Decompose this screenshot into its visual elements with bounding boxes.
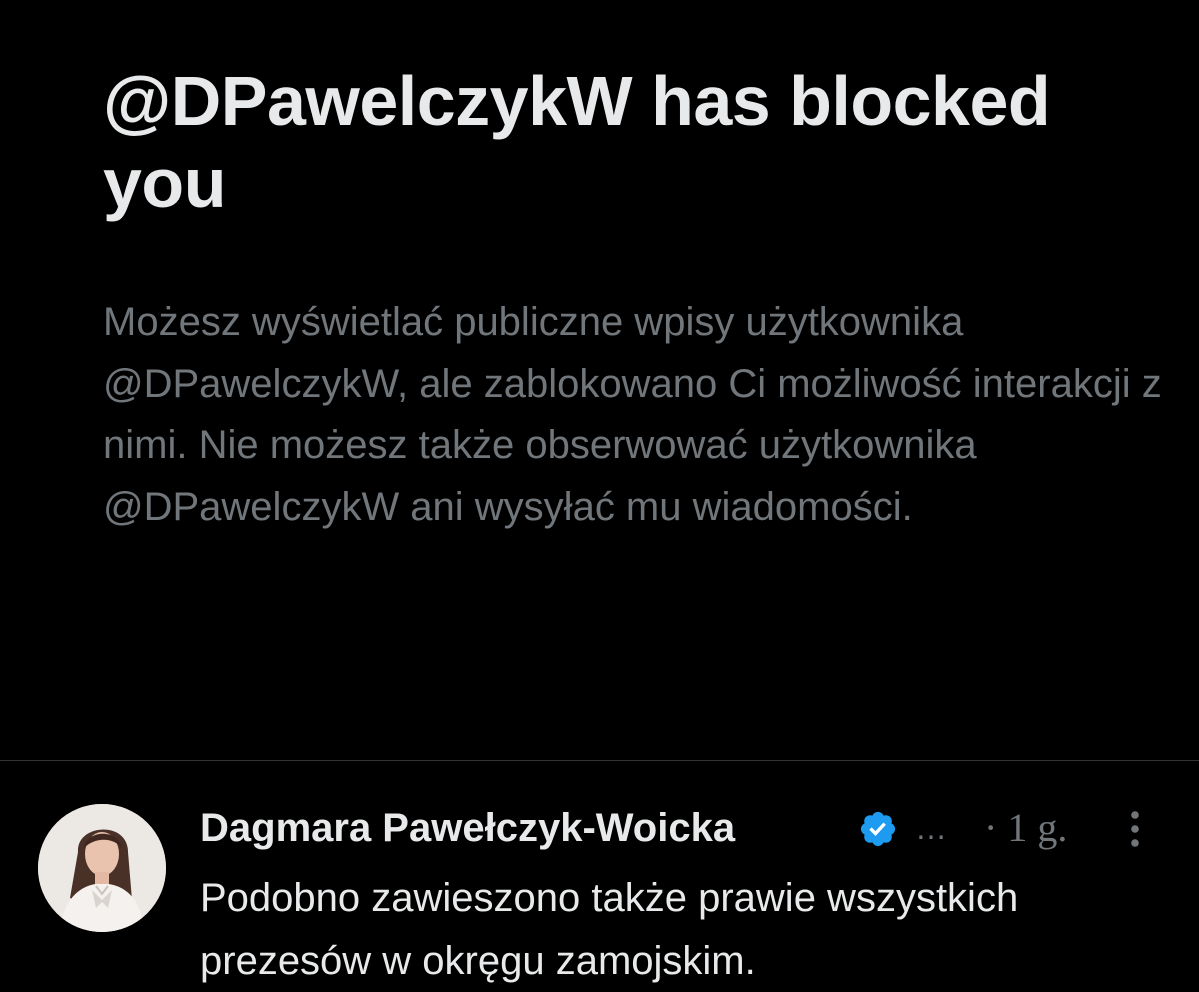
avatar[interactable] <box>38 804 166 932</box>
handle-truncated: … <box>915 810 947 846</box>
avatar-photo-icon <box>38 804 166 932</box>
blocked-notice: @DPawelczykW has blocked you Możesz wyśw… <box>103 60 1163 529</box>
tweet-header: Dagmara Pawełczyk-Woicka … · 1 g. <box>200 803 1160 853</box>
tweet[interactable]: Dagmara Pawełczyk-Woicka … · 1 g. Podobn… <box>0 761 1199 992</box>
tweet-timestamp[interactable]: · 1 g. <box>984 803 1067 853</box>
verified-badge-icon <box>858 809 898 849</box>
more-vertical-icon <box>1131 811 1139 847</box>
blocked-description: Możesz wyświetlać publiczne wpisy użytko… <box>103 300 1162 529</box>
tweet-text: Podobno zawieszono także prawie wszystki… <box>200 876 1019 983</box>
blocked-title: @DPawelczykW has blocked you <box>103 62 1051 222</box>
author-name[interactable]: Dagmara Pawełczyk-Woicka <box>200 803 735 853</box>
more-button[interactable] <box>1120 807 1150 851</box>
